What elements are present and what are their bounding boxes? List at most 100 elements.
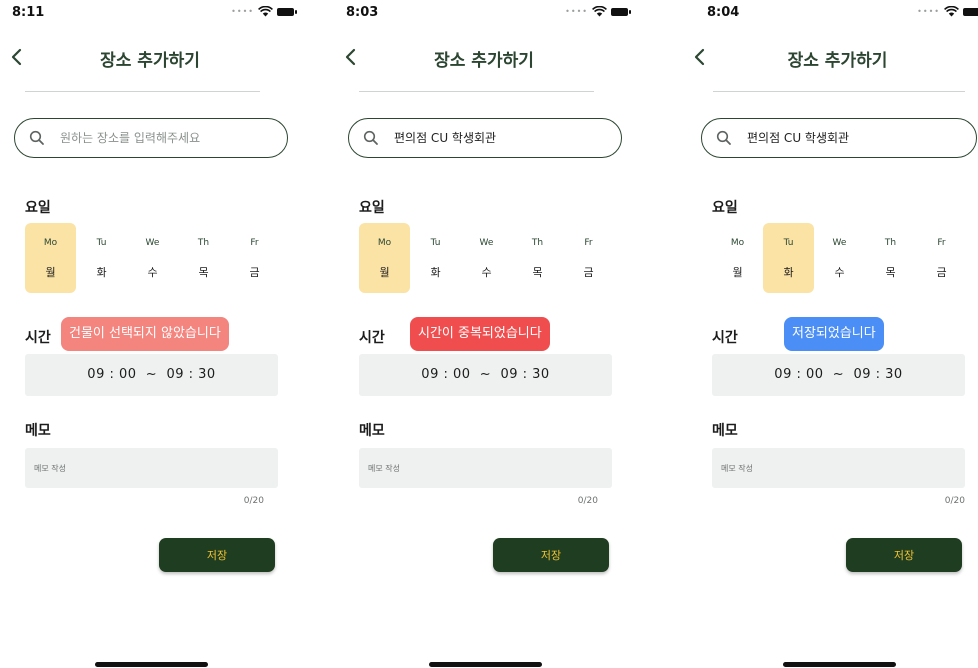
time-range-field[interactable]: 09 : 00 ~ 09 : 30 — [712, 354, 965, 396]
day-option-mon[interactable]: Mo 월 — [359, 223, 410, 293]
day-option-tue[interactable]: Tu 화 — [763, 223, 814, 293]
divider — [359, 91, 594, 92]
day-en-label: Tu — [783, 238, 794, 248]
end-time[interactable]: 09 : 30 — [166, 367, 215, 382]
battery-icon — [611, 7, 631, 16]
day-ko-label: 화 — [783, 266, 794, 279]
home-indicator — [95, 662, 208, 667]
time-separator: ~ — [832, 367, 845, 382]
search-box[interactable] — [348, 118, 622, 158]
day-ko-label: 월 — [379, 266, 390, 279]
end-time[interactable]: 09 : 30 — [500, 367, 549, 382]
day-ko-label: 월 — [45, 266, 56, 279]
memo-field[interactable] — [712, 448, 965, 488]
day-en-label: Fr — [937, 238, 946, 248]
day-en-label: Mo — [377, 238, 392, 248]
search-input[interactable] — [394, 119, 607, 156]
day-ko-label: 금 — [936, 266, 947, 279]
time-range-field[interactable]: 09 : 00 ~ 09 : 30 — [25, 354, 278, 396]
day-option-thu[interactable]: Th 목 — [178, 223, 229, 293]
day-en-label: We — [479, 238, 494, 248]
day-selector: Mo 월 Tu 화 We 수 Th 목 Fr 금 — [712, 223, 967, 293]
day-en-label: Mo — [730, 238, 745, 248]
day-en-label: Th — [531, 238, 544, 248]
start-time[interactable]: 09 : 00 — [774, 367, 823, 382]
home-indicator — [429, 662, 542, 667]
day-ko-label: 목 — [885, 266, 896, 279]
day-option-tue[interactable]: Tu 화 — [410, 223, 461, 293]
day-option-fri[interactable]: Fr 금 — [563, 223, 614, 293]
signal-dots-icon: •••• — [565, 6, 588, 16]
day-option-thu[interactable]: Th 목 — [512, 223, 563, 293]
toast-message: 저장되었습니다 — [784, 317, 884, 351]
memo-field[interactable] — [25, 448, 278, 488]
search-icon — [363, 130, 378, 145]
page-title: 장소 추가하기 — [787, 51, 888, 71]
day-option-fri[interactable]: Fr 금 — [229, 223, 280, 293]
search-input[interactable] — [747, 119, 962, 156]
day-selector: Mo 월 Tu 화 We 수 Th 목 Fr 금 — [25, 223, 280, 293]
day-en-label: Mo — [43, 238, 58, 248]
day-en-label: Th — [197, 238, 210, 248]
status-icons: •••• — [917, 6, 978, 17]
day-ko-label: 수 — [834, 266, 845, 279]
memo-char-counter: 0/20 — [577, 496, 598, 506]
save-button[interactable]: 저장 — [846, 538, 962, 572]
wifi-icon — [258, 6, 273, 17]
divider — [713, 91, 965, 92]
day-option-mon[interactable]: Mo 월 — [25, 223, 76, 293]
day-ko-label: 금 — [249, 266, 260, 279]
day-ko-label: 수 — [147, 266, 158, 279]
wifi-icon — [592, 6, 607, 17]
day-ko-label: 목 — [532, 266, 543, 279]
screen-building-error: 8:11 •••• 장소 추가하기 요일 Mo 월 Tu 화 We 수 Th 목 Fr 금… — [0, 0, 300, 668]
screen-saved: 8:04 •••• 장소 추가하기 요일 Mo 월 Tu 화 We 수 Th 목 Fr 금… — [687, 0, 978, 668]
toast-message: 건물이 선택되지 않았습니다 — [61, 317, 229, 351]
day-en-label: Fr — [584, 238, 593, 248]
status-bar: 8:11 •••• — [0, 0, 300, 26]
day-option-thu[interactable]: Th 목 — [865, 223, 916, 293]
status-time: 8:04 — [707, 5, 740, 20]
toast-message: 시간이 중복되었습니다 — [410, 317, 550, 351]
memo-label: 메모 — [712, 423, 738, 439]
header: 장소 추가하기 — [0, 40, 300, 76]
day-selector: Mo 월 Tu 화 We 수 Th 목 Fr 금 — [359, 223, 614, 293]
search-icon — [29, 130, 44, 145]
days-label: 요일 — [359, 200, 385, 216]
time-label: 시간 — [25, 330, 51, 346]
start-time[interactable]: 09 : 00 — [421, 367, 470, 382]
day-option-mon[interactable]: Mo 월 — [712, 223, 763, 293]
time-range-field[interactable]: 09 : 00 ~ 09 : 30 — [359, 354, 612, 396]
divider — [25, 91, 260, 92]
memo-input[interactable] — [721, 448, 956, 488]
day-option-wed[interactable]: We 수 — [814, 223, 865, 293]
day-ko-label: 금 — [583, 266, 594, 279]
status-icons: •••• — [565, 6, 631, 17]
day-option-fri[interactable]: Fr 금 — [916, 223, 967, 293]
search-box[interactable] — [14, 118, 288, 158]
start-time[interactable]: 09 : 00 — [87, 367, 136, 382]
memo-label: 메모 — [25, 423, 51, 439]
signal-dots-icon: •••• — [231, 6, 254, 16]
memo-input[interactable] — [34, 448, 269, 488]
day-option-wed[interactable]: We 수 — [461, 223, 512, 293]
save-button[interactable]: 저장 — [493, 538, 609, 572]
day-option-tue[interactable]: Tu 화 — [76, 223, 127, 293]
memo-field[interactable] — [359, 448, 612, 488]
day-ko-label: 화 — [430, 266, 441, 279]
wifi-icon — [944, 6, 959, 17]
time-separator: ~ — [479, 367, 492, 382]
day-option-wed[interactable]: We 수 — [127, 223, 178, 293]
search-input[interactable] — [60, 119, 273, 156]
memo-input[interactable] — [368, 448, 603, 488]
memo-label: 메모 — [359, 423, 385, 439]
end-time[interactable]: 09 : 30 — [853, 367, 902, 382]
day-ko-label: 화 — [96, 266, 107, 279]
header: 장소 추가하기 — [687, 40, 978, 76]
search-box[interactable] — [701, 118, 977, 158]
time-label: 시간 — [359, 330, 385, 346]
save-button[interactable]: 저장 — [159, 538, 275, 572]
day-en-label: Tu — [430, 238, 441, 248]
day-en-label: Tu — [96, 238, 107, 248]
home-indicator — [783, 662, 896, 667]
